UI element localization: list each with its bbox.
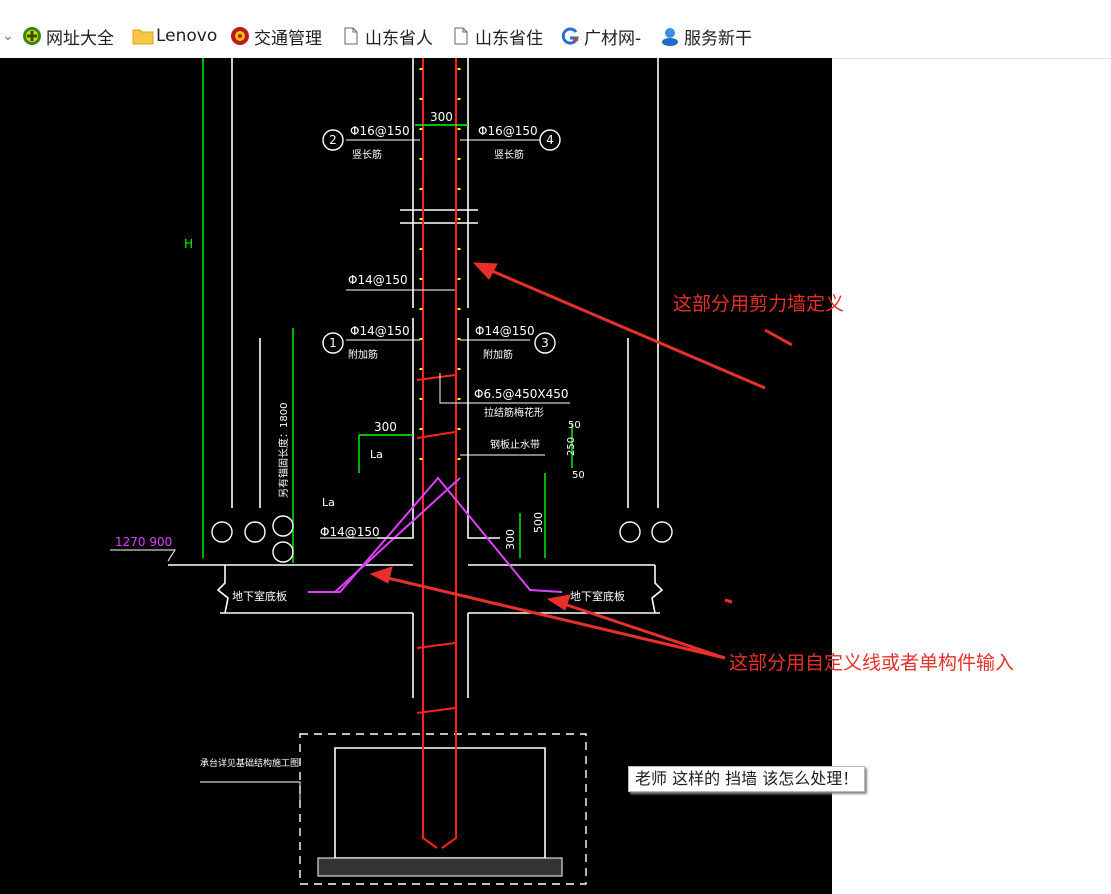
label-dim-250: 250: [566, 437, 577, 456]
rebar-lines: [416, 58, 457, 849]
annotation-shear-wall: 这部分用剪力墙定义: [673, 293, 845, 315]
bookmark-item[interactable]: 网址大全: [22, 24, 114, 49]
marker-4: 4: [546, 133, 554, 147]
label-rebar-3: Φ14@150: [475, 324, 535, 338]
label-foundation-note: 承台详见基础结构施工图: [200, 757, 299, 769]
bookmark-item[interactable]: 山东省人: [341, 24, 433, 49]
annotation-arrow-tails: [724, 328, 793, 604]
bookmark-item[interactable]: 山东省住: [451, 24, 543, 49]
label-anchor: 另有锚固长度：1800: [277, 403, 290, 498]
bookmarks-bar: ⌄ 网址大全 Lenovo 交通管理 山东省人 山东省住 广材网- 服务新干: [0, 14, 1111, 59]
marker-1: 1: [329, 336, 337, 350]
label-top-width: 300: [430, 110, 453, 124]
label-la-2: La: [322, 496, 335, 509]
bookmark-label: 服务新干: [684, 28, 752, 49]
label-slab-left: 地下室底板: [232, 589, 287, 603]
plus-circle-icon: [22, 26, 42, 46]
page-icon: [341, 26, 361, 46]
tab-strip-remnant: [0, 0, 1111, 14]
label-dim-300: 300: [374, 420, 397, 434]
bookmark-label: Lenovo: [156, 26, 218, 46]
service-icon: [660, 26, 680, 46]
note-rebar-2: 竖长筋: [352, 148, 382, 161]
blinding-layer: [317, 857, 563, 877]
label-height: H: [184, 237, 193, 251]
label-tie-bar: Φ6.5@450X450: [474, 387, 569, 401]
bookmark-label: 山东省住: [475, 28, 543, 49]
label-waterstop: 钢板止水带: [490, 438, 540, 451]
bookmark-label: 广材网-: [584, 28, 642, 49]
label-dim-50-top: 50: [568, 420, 581, 431]
g-logo-icon: [560, 26, 580, 46]
marker-2: 2: [329, 133, 337, 147]
drawing-labels: 300 Φ16@150 Φ16@150 竖长筋 竖长筋 H Φ14@150 Φ1…: [115, 110, 625, 769]
leader-lines: [110, 139, 570, 800]
bookmarks-overflow-chevron-icon[interactable]: ⌄: [2, 24, 14, 48]
structure-outline: [168, 58, 664, 859]
question-tooltip: 老师 这样的 挡墙 该怎么处理！: [628, 766, 866, 792]
bookmark-label: 网址大全: [46, 28, 114, 49]
label-dim-500: 500: [532, 512, 545, 533]
annotation-custom-line: 这部分用自定义线或者单构件输入: [729, 652, 1015, 674]
bookmark-label: 交通管理: [254, 28, 322, 49]
note-tie-bar: 拉结筋梅花形: [484, 406, 544, 419]
bookmark-item[interactable]: 服务新干: [660, 24, 752, 49]
note-rebar-1: 附加筋: [348, 348, 378, 361]
label-la-1: La: [370, 448, 383, 461]
label-dim-50-bottom: 50: [572, 470, 585, 481]
note-rebar-4: 竖长筋: [494, 148, 524, 161]
marker-3: 3: [541, 336, 549, 350]
folder-icon: [132, 26, 154, 46]
label-elevation: 1270 900: [115, 535, 172, 549]
bookmark-item[interactable]: 广材网-: [560, 24, 642, 49]
label-rebar-1: Φ14@150: [350, 324, 410, 338]
label-slab-right: 地下室底板: [570, 589, 625, 603]
bookmark-label: 山东省人: [365, 28, 433, 49]
marker-labels: 2 4 1 3: [329, 133, 554, 350]
emblem-icon: [230, 26, 250, 46]
label-rebar-4: Φ16@150: [478, 124, 538, 138]
annotation-arrows: [369, 262, 766, 660]
bookmark-item[interactable]: 交通管理: [230, 24, 322, 49]
note-rebar-3: 附加筋: [483, 348, 513, 361]
label-dim-300-v: 300: [504, 529, 517, 550]
label-haunch-rebar: Φ14@150: [320, 525, 380, 539]
page-icon: [451, 26, 471, 46]
bookmark-item[interactable]: Lenovo: [132, 24, 217, 48]
label-rebar-2: Φ16@150: [350, 124, 410, 138]
label-rebar-inner: Φ14@150: [348, 273, 408, 287]
